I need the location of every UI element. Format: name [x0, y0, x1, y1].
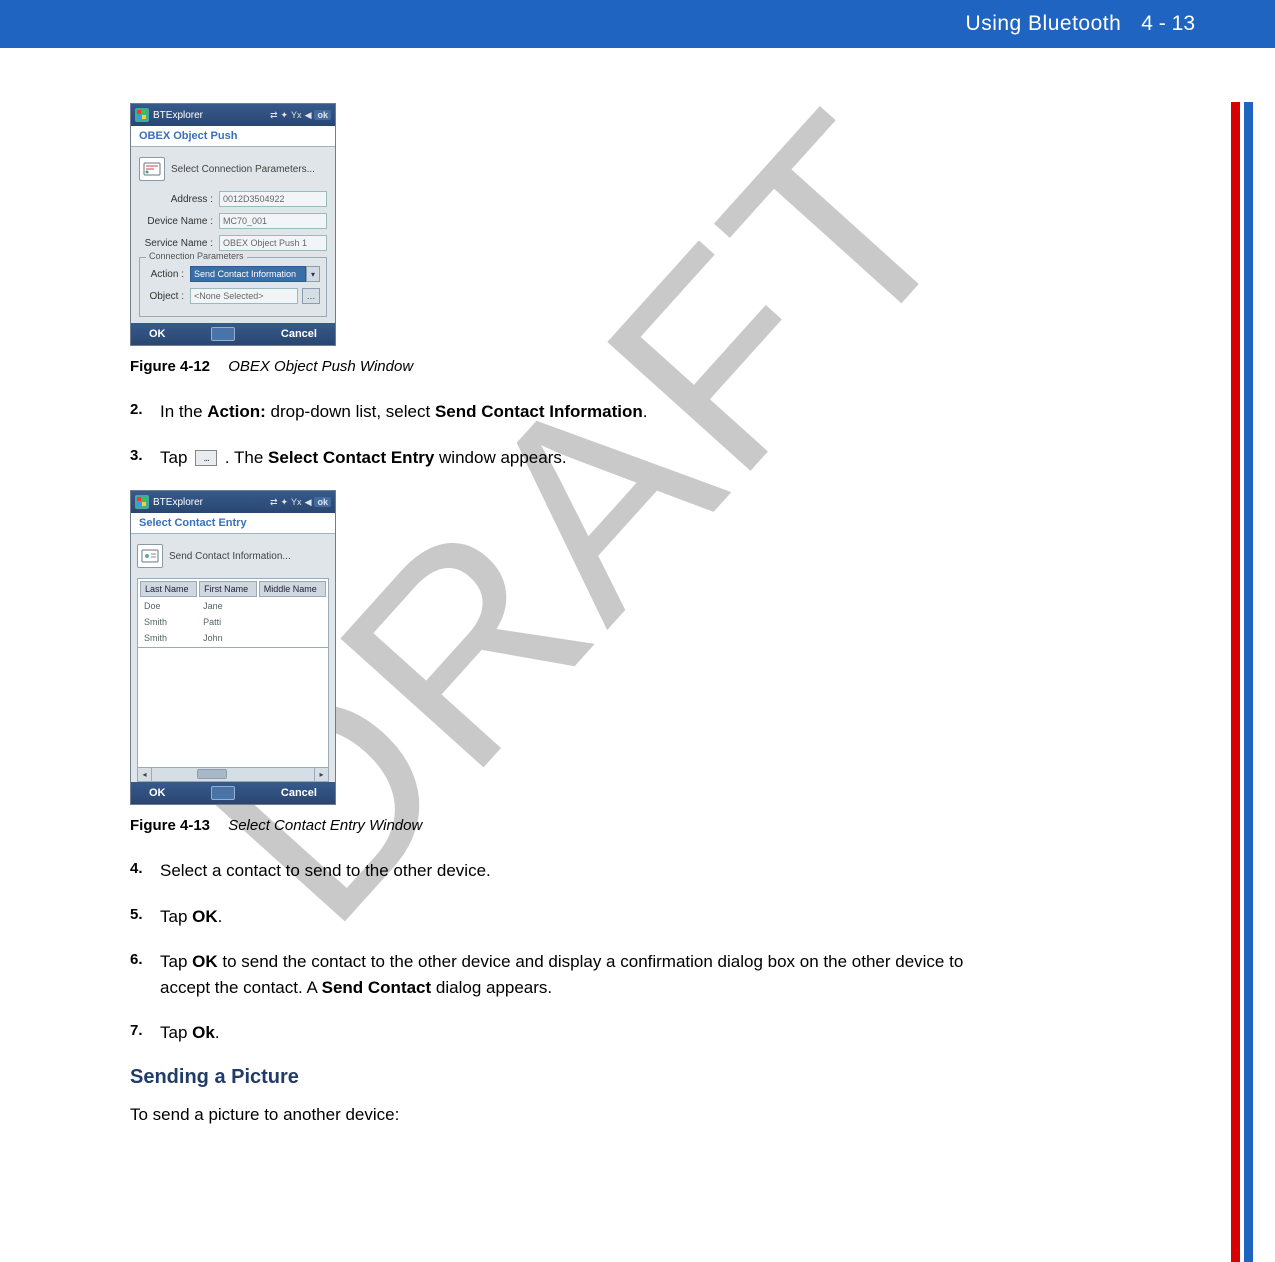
scroll-track[interactable]: [152, 768, 314, 781]
header-title: Using Bluetooth: [966, 12, 1122, 36]
softkey-bar: OK Cancel: [131, 323, 335, 345]
step-text: Tap ... . The Select Contact Entry windo…: [160, 445, 1005, 471]
device-name-field[interactable]: MC70_001: [219, 213, 327, 229]
device-name-label: Device Name :: [139, 216, 219, 227]
object-field[interactable]: <None Selected>: [190, 288, 298, 304]
service-name-field[interactable]: OBEX Object Push 1: [219, 235, 327, 251]
keyboard-icon[interactable]: [211, 327, 235, 341]
connectivity-icon: ✦: [281, 110, 289, 121]
step-6: 6. Tap OK to send the contact to the oth…: [130, 949, 1005, 1000]
connection-params-group: Connection Parameters Action : Send Cont…: [139, 257, 327, 317]
action-label: Action :: [146, 269, 190, 280]
cancel-button[interactable]: Cancel: [281, 328, 317, 340]
object-label: Object :: [146, 291, 190, 302]
step-number: 5.: [130, 904, 160, 930]
table-empty-area: [137, 648, 329, 768]
scroll-thumb[interactable]: [197, 769, 227, 779]
step-text: Tap Ok.: [160, 1020, 1005, 1046]
select-params-label[interactable]: Select Connection Parameters...: [171, 164, 315, 175]
windows-start-icon[interactable]: [135, 108, 149, 122]
step-text: Tap OK.: [160, 904, 1005, 930]
window-subtitle: OBEX Object Push: [131, 126, 335, 147]
send-contact-label: Send Contact Information...: [169, 551, 291, 562]
service-name-label: Service Name :: [139, 238, 219, 249]
side-tab-blue: [1244, 102, 1253, 1262]
tray-icons: ⇄ ✦ Yx ◀ ok: [270, 497, 331, 508]
volume-icon: ◀: [305, 110, 312, 121]
figure-caption-4-12: Figure 4-12 OBEX Object Push Window: [130, 358, 1005, 375]
col-middle-name[interactable]: Middle Name: [259, 581, 326, 597]
contact-icon: [137, 544, 163, 568]
step-number: 7.: [130, 1020, 160, 1046]
app-title: BTExplorer: [153, 110, 203, 121]
table-row[interactable]: Smith John: [140, 631, 326, 645]
scroll-left-icon[interactable]: ◂: [138, 768, 152, 781]
windows-start-icon[interactable]: [135, 495, 149, 509]
browse-button[interactable]: …: [302, 288, 320, 304]
page-header: Using Bluetooth 4 - 13: [0, 0, 1275, 48]
address-label: Address :: [139, 194, 219, 205]
titlebar-ok-button[interactable]: ok: [314, 497, 331, 507]
ok-button[interactable]: OK: [149, 787, 166, 799]
scroll-right-icon[interactable]: ▸: [314, 768, 328, 781]
address-field[interactable]: 0012D3504922: [219, 191, 327, 207]
step-number: 4.: [130, 858, 160, 884]
window-subtitle: Select Contact Entry: [131, 513, 335, 534]
keyboard-icon[interactable]: [211, 786, 235, 800]
softkey-bar: OK Cancel: [131, 782, 335, 804]
app-title: BTExplorer: [153, 497, 203, 508]
col-first-name[interactable]: First Name: [199, 581, 257, 597]
signal-icon: Yx: [291, 497, 302, 507]
col-last-name[interactable]: Last Name: [140, 581, 197, 597]
step-number: 2.: [130, 399, 160, 425]
step-7: 7. Tap Ok.: [130, 1020, 1005, 1046]
step-2: 2. In the Action: drop-down list, select…: [130, 399, 1005, 425]
bluetooth-icon: ⇄: [270, 110, 278, 121]
screenshot-obex-push: BTExplorer ⇄ ✦ Yx ◀ ok OBEX Object Push …: [130, 103, 336, 346]
bluetooth-icon: ⇄: [270, 497, 278, 508]
step-number: 6.: [130, 949, 160, 1000]
table-row[interactable]: Doe Jane: [140, 599, 326, 613]
figure-caption-4-13: Figure 4-13 Select Contact Entry Window: [130, 817, 1005, 834]
step-text: Select a contact to send to the other de…: [160, 858, 1005, 884]
app-titlebar: BTExplorer ⇄ ✦ Yx ◀ ok: [131, 104, 335, 126]
ok-button[interactable]: OK: [149, 328, 166, 340]
tray-icons: ⇄ ✦ Yx ◀ ok: [270, 110, 331, 121]
table-row[interactable]: Smith Patti: [140, 615, 326, 629]
screenshot-select-contact: BTExplorer ⇄ ✦ Yx ◀ ok Select Contact En…: [130, 490, 336, 805]
volume-icon: ◀: [305, 497, 312, 508]
side-tab-red: [1231, 102, 1240, 1262]
connection-params-legend: Connection Parameters: [146, 251, 247, 261]
step-3: 3. Tap ... . The Select Contact Entry wi…: [130, 445, 1005, 471]
ellipsis-button-icon: ...: [195, 450, 217, 466]
titlebar-ok-button[interactable]: ok: [314, 110, 331, 120]
horizontal-scrollbar[interactable]: ◂ ▸: [137, 768, 329, 782]
step-4: 4. Select a contact to send to the other…: [130, 858, 1005, 884]
step-5: 5. Tap OK.: [130, 904, 1005, 930]
signal-icon: Yx: [291, 110, 302, 120]
table-header-row: Last Name First Name Middle Name: [140, 581, 326, 597]
section-heading: Sending a Picture: [130, 1066, 1005, 1089]
header-page-number: 4 - 13: [1141, 12, 1195, 36]
section-intro: To send a picture to another device:: [130, 1105, 1005, 1125]
step-number: 3.: [130, 445, 160, 471]
connectivity-icon: ✦: [281, 497, 289, 508]
step-text: In the Action: drop-down list, select Se…: [160, 399, 1005, 425]
action-dropdown[interactable]: Send Contact Information: [190, 266, 306, 282]
contacts-table[interactable]: Last Name First Name Middle Name Doe Jan…: [137, 578, 329, 648]
connection-icon: [139, 157, 165, 181]
step-text: Tap OK to send the contact to the other …: [160, 949, 1005, 1000]
chevron-down-icon[interactable]: ▾: [306, 266, 320, 282]
app-titlebar: BTExplorer ⇄ ✦ Yx ◀ ok: [131, 491, 335, 513]
cancel-button[interactable]: Cancel: [281, 787, 317, 799]
